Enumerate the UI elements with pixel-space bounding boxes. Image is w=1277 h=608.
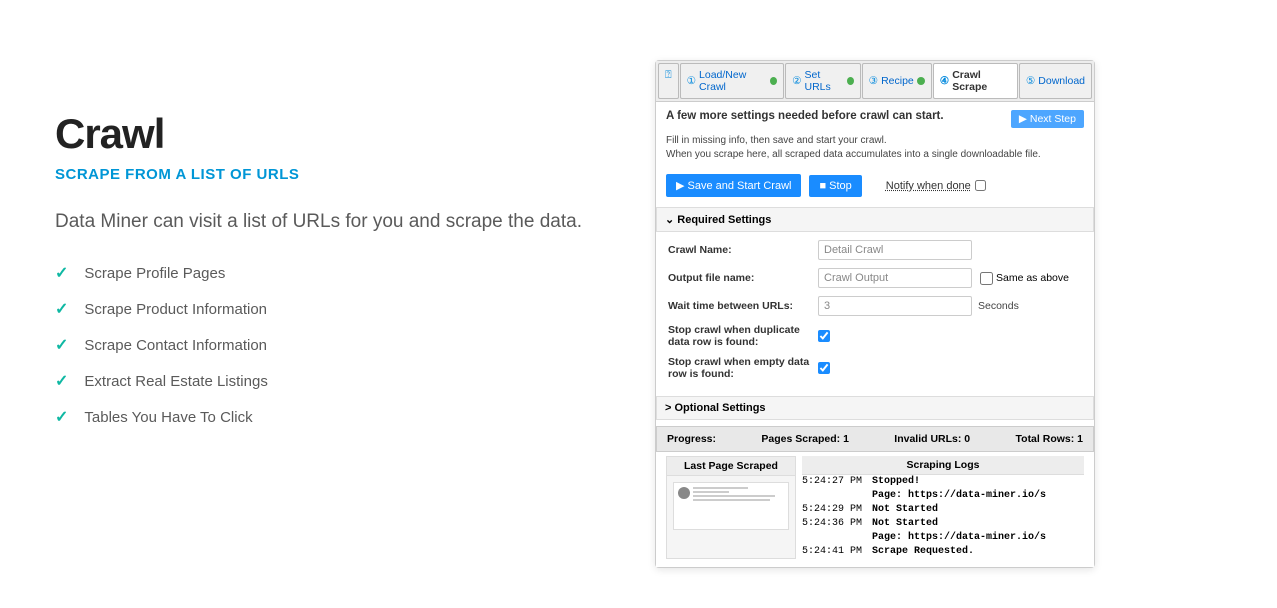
list-item: ✓ Extract Real Estate Listings xyxy=(55,371,615,391)
stop-duplicate-label: Stop crawl when duplicate data row is fo… xyxy=(668,324,818,348)
seconds-label: Seconds xyxy=(978,300,1019,312)
marketing-content: Crawl SCRAPE FROM A LIST OF URLS Data Mi… xyxy=(55,60,615,568)
list-item: ✓ Scrape Contact Information xyxy=(55,335,615,355)
wait-time-label: Wait time between URLs: xyxy=(668,300,818,312)
feature-label: Scrape Contact Information xyxy=(84,337,267,354)
tab-bar: ⍰ ①Load/New Crawl ② Set URLs ③Recipe ④Cra… xyxy=(656,61,1094,102)
page-thumbnail xyxy=(673,482,789,530)
tab-label: Load/New Crawl xyxy=(699,69,767,93)
crawl-panel: ⍰ ①Load/New Crawl ②Set URLs ③Recipe ④Cra… xyxy=(655,60,1095,568)
done-icon xyxy=(770,77,777,85)
tab-download[interactable]: ⑤Download xyxy=(1019,63,1092,99)
optional-settings-header[interactable]: > Optional Settings xyxy=(656,396,1094,420)
tab-number-icon: ④ xyxy=(940,75,949,87)
required-settings-header[interactable]: ⌄ Required Settings xyxy=(656,207,1094,232)
list-item: ✓ Tables You Have To Click xyxy=(55,407,615,427)
feature-label: Extract Real Estate Listings xyxy=(84,373,267,390)
check-icon: ✓ xyxy=(55,371,68,391)
scraping-logs-header: Scraping Logs xyxy=(802,456,1084,475)
tab-recipe[interactable]: ③Recipe xyxy=(862,63,932,99)
last-page-header: Last Page Scraped xyxy=(667,457,795,476)
tab-set-urls[interactable]: ② Set URLs xyxy=(785,63,861,99)
last-page-panel: Last Page Scraped xyxy=(666,456,796,559)
crawl-name-label: Crawl Name: xyxy=(668,244,818,256)
stop-button[interactable]: ■ Stop xyxy=(809,175,861,197)
stop-empty-label: Stop crawl when empty data row is found: xyxy=(668,356,818,380)
tab-number-icon: ⑤ xyxy=(1026,75,1035,87)
same-as-label: Same as above xyxy=(996,272,1069,284)
same-as-above[interactable]: Same as above xyxy=(980,272,1069,285)
output-file-label: Output file name: xyxy=(668,272,818,284)
check-icon: ✓ xyxy=(55,335,68,355)
next-step-button[interactable]: ▶ Next Step xyxy=(1011,110,1084,128)
tab-number-icon: ③ xyxy=(869,75,878,87)
page-subtitle: SCRAPE FROM A LIST OF URLS xyxy=(55,166,615,183)
tab-label: Crawl Scrape xyxy=(952,69,1011,93)
stop-empty-checkbox[interactable] xyxy=(818,362,830,374)
stop-duplicate-checkbox[interactable] xyxy=(818,330,830,342)
tab-number-icon: ① xyxy=(687,75,696,87)
notify-label: Notify when done xyxy=(886,180,971,192)
info-text: Fill in missing info, then save and star… xyxy=(666,134,1084,162)
feature-list: ✓ Scrape Profile Pages ✓ Scrape Product In… xyxy=(55,263,615,427)
save-start-crawl-button[interactable]: ▶ Save and Start Crawl xyxy=(666,174,801,197)
total-rows: Total Rows: 1 xyxy=(1016,433,1083,445)
progress-bar: Progress: Pages Scraped: 1 Invalid URLs:… xyxy=(656,426,1094,452)
feature-label: Scrape Product Information xyxy=(84,301,267,318)
done-icon xyxy=(917,77,925,85)
page-description: Data Miner can visit a list of URLs for … xyxy=(55,211,615,233)
help-tab[interactable]: ⍰ xyxy=(658,63,679,99)
wait-time-input[interactable] xyxy=(818,296,972,316)
tab-label: Recipe xyxy=(881,75,914,87)
avatar-icon xyxy=(678,487,690,499)
page-title: Crawl xyxy=(55,110,615,158)
log-message-column: Stopped! Page: https://data-miner.io/s N… xyxy=(872,475,1084,559)
panel-heading: A few more settings needed before crawl … xyxy=(666,110,944,122)
same-as-checkbox[interactable] xyxy=(980,272,993,285)
check-icon: ✓ xyxy=(55,263,68,283)
crawl-name-input[interactable] xyxy=(818,240,972,260)
info-line: When you scrape here, all scraped data a… xyxy=(666,148,1084,162)
output-file-input[interactable] xyxy=(818,268,972,288)
done-icon xyxy=(847,77,854,85)
scraping-logs-panel: Scraping Logs 5:24:27 PM 5:24:29 PM 5:24… xyxy=(802,456,1084,559)
tab-load-new-crawl[interactable]: ①Load/New Crawl xyxy=(680,63,784,99)
progress-label: Progress: xyxy=(667,433,716,445)
list-item: ✓ Scrape Profile Pages xyxy=(55,263,615,283)
invalid-urls: Invalid URLs: 0 xyxy=(894,433,970,445)
pages-scraped: Pages Scraped: 1 xyxy=(761,433,849,445)
notify-when-done[interactable]: Notify when done xyxy=(886,180,986,192)
tab-crawl-scrape[interactable]: ④Crawl Scrape xyxy=(933,63,1018,99)
check-icon: ✓ xyxy=(55,407,68,427)
log-time-column: 5:24:27 PM 5:24:29 PM 5:24:36 PM 5:24:41… xyxy=(802,475,872,559)
tab-label: Set URLs xyxy=(805,69,844,93)
tab-number-icon: ② xyxy=(792,75,801,87)
notify-checkbox[interactable] xyxy=(975,180,986,191)
info-line: Fill in missing info, then save and star… xyxy=(666,134,1084,148)
list-item: ✓ Scrape Product Information xyxy=(55,299,615,319)
check-icon: ✓ xyxy=(55,299,68,319)
feature-label: Scrape Profile Pages xyxy=(84,265,225,282)
help-icon: ⍰ xyxy=(665,69,672,81)
feature-label: Tables You Have To Click xyxy=(84,409,252,426)
tab-label: Download xyxy=(1038,75,1085,87)
